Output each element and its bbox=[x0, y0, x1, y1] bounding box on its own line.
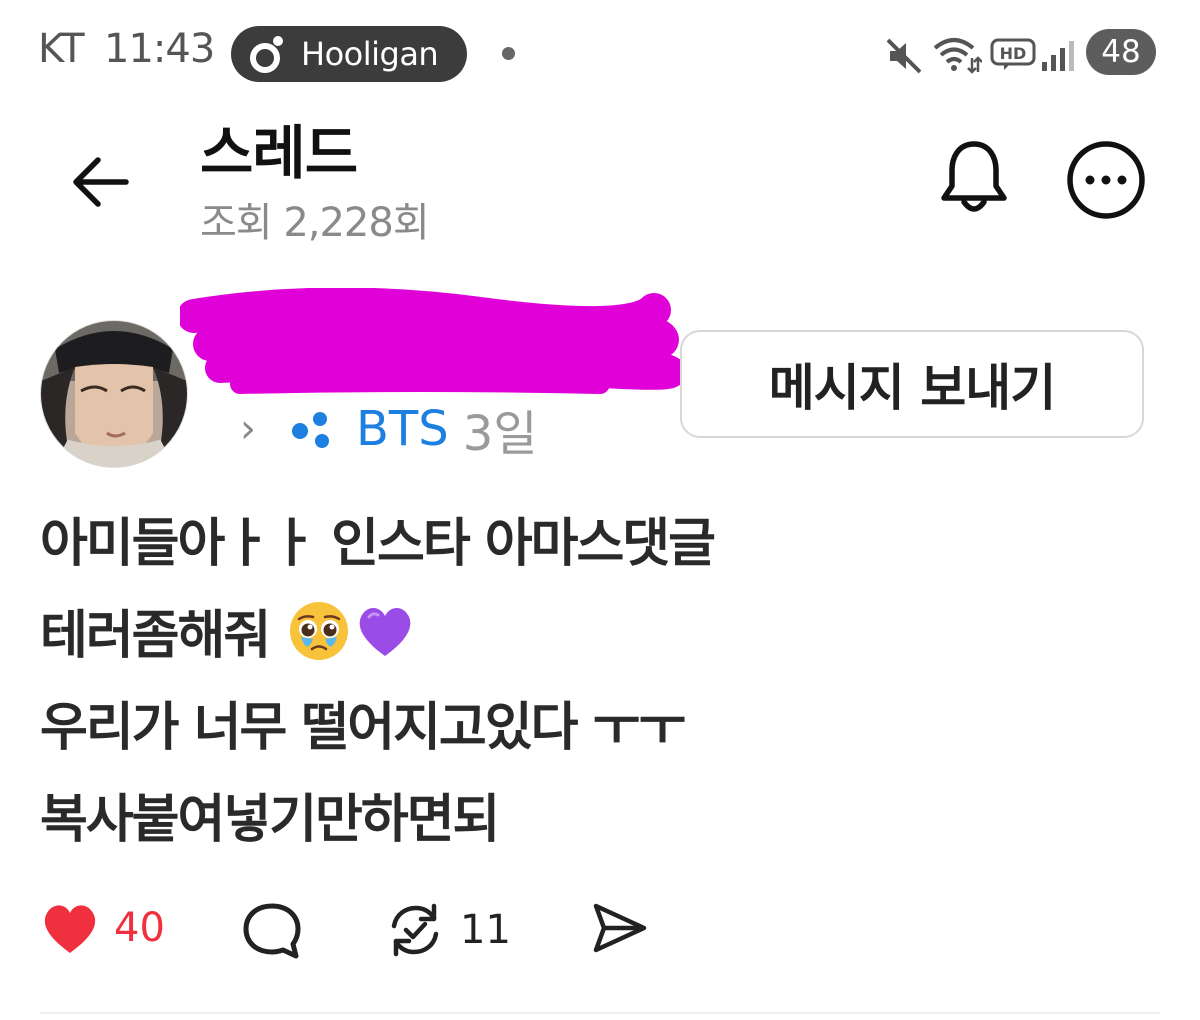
view-count: 조회 2,228회 bbox=[200, 200, 430, 246]
hd-icon: HD bbox=[990, 38, 1036, 70]
post-line: 아미들아ㅏㅏ 인스타 아마스댓글 bbox=[40, 514, 716, 574]
send-icon bbox=[593, 903, 647, 953]
app-activity-pill[interactable]: Hooligan bbox=[231, 26, 467, 82]
post-body: 아미들아ㅏㅏ 인스타 아마스댓글 테러좀해줘 우리가 너무 떨어지고있다 ㅜㅜ … bbox=[40, 498, 1160, 866]
signal-icon bbox=[1042, 41, 1074, 71]
username-redaction bbox=[180, 288, 680, 394]
like-count: 40 bbox=[114, 905, 165, 951]
hooligan-app-icon bbox=[250, 36, 283, 73]
page-title: 스레드 bbox=[200, 119, 358, 187]
community-icon bbox=[292, 412, 329, 448]
repost-count: 11 bbox=[460, 907, 511, 953]
app-pill-label: Hooligan bbox=[301, 35, 439, 73]
chevron-right-icon: › bbox=[240, 406, 256, 452]
post-age: 3일 bbox=[462, 406, 538, 462]
status-clock: 11:43 bbox=[104, 26, 215, 72]
post-actions: 40 11 bbox=[40, 900, 740, 960]
back-arrow-icon[interactable] bbox=[64, 142, 144, 222]
repost-icon bbox=[391, 903, 439, 957]
status-bar: KT 11:43 Hooligan HD 48 bbox=[0, 0, 1200, 110]
battery-indicator: 48 bbox=[1086, 29, 1156, 75]
like-button[interactable]: 40 bbox=[40, 900, 165, 956]
post-line: 우리가 너무 떨어지고있다 ㅜㅜ bbox=[40, 698, 686, 758]
comment-icon bbox=[243, 903, 301, 959]
notification-dot bbox=[502, 47, 515, 60]
avatar-image bbox=[41, 321, 187, 467]
share-button[interactable] bbox=[590, 900, 650, 956]
post-line-with-emoji: 테러좀해줘 bbox=[40, 590, 1160, 682]
post-line: 복사붙여넣기만하면되 bbox=[40, 790, 500, 850]
carrier-label: KT bbox=[38, 26, 85, 72]
send-message-button[interactable]: 메시지 보내기 bbox=[680, 330, 1144, 438]
wifi-icon bbox=[933, 38, 982, 74]
community-name[interactable]: BTS bbox=[356, 401, 449, 457]
divider bbox=[40, 1012, 1160, 1014]
comment-button[interactable] bbox=[240, 900, 304, 960]
more-options-icon[interactable] bbox=[1064, 138, 1148, 222]
mute-icon bbox=[886, 38, 922, 74]
post-line-text: 테러좀해줘 bbox=[40, 606, 271, 666]
pleading-face-emoji bbox=[290, 602, 349, 660]
purple-heart-emoji bbox=[360, 607, 411, 656]
bell-icon[interactable] bbox=[934, 136, 1014, 220]
heart-icon bbox=[44, 905, 96, 953]
repost-button[interactable]: 11 bbox=[384, 900, 511, 960]
svg-text:HD: HD bbox=[1000, 44, 1027, 63]
avatar[interactable] bbox=[40, 320, 188, 468]
community-row[interactable]: › BTS 3일 bbox=[240, 394, 537, 464]
